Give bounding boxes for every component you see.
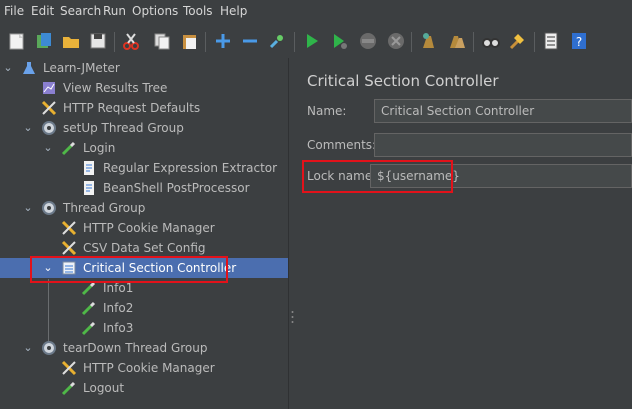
flask-icon: [23, 62, 35, 74]
new-icon[interactable]: [5, 29, 29, 53]
collapse-icon[interactable]: [238, 29, 262, 53]
toolbar: ?: [0, 24, 632, 59]
menu-search[interactable]: Search: [60, 4, 101, 18]
tree-node-label: Info3: [103, 321, 134, 335]
wrench-icon: [61, 220, 77, 236]
chart-icon: [43, 82, 55, 94]
svg-text:?: ?: [576, 35, 582, 49]
pipette-icon: [81, 321, 96, 336]
tree-node-csv-data-set-config[interactable]: CSV Data Set Config: [0, 238, 288, 258]
tree-node-label: CSV Data Set Config: [83, 241, 206, 255]
start-icon[interactable]: [300, 29, 324, 53]
toolbar-separator: [205, 32, 206, 52]
tree-node-http-request-defaults[interactable]: HTTP Request Defaults: [0, 98, 288, 118]
highlight-box: [302, 160, 453, 193]
tree-node-label: HTTP Cookie Manager: [83, 361, 215, 375]
tree-node-teardown-thread-group[interactable]: ⌄ tearDown Thread Group: [0, 338, 288, 358]
gear-icon: [42, 341, 56, 355]
chevron-down-icon[interactable]: ⌄: [21, 341, 35, 355]
tree-node-label: View Results Tree: [63, 81, 168, 95]
gear-icon: [42, 121, 56, 135]
expand-icon[interactable]: [211, 29, 235, 53]
tree-node-view-results-tree[interactable]: View Results Tree: [0, 78, 288, 98]
comments-label: Comments:: [307, 138, 377, 152]
element-editor: Critical Section Controller Name: Critic…: [297, 58, 632, 409]
tree-node-login[interactable]: ⌄ Login: [0, 138, 288, 158]
gear-icon: [42, 201, 56, 215]
tree-node-http-cookie-manager-2[interactable]: HTTP Cookie Manager: [0, 358, 288, 378]
chevron-down-icon[interactable]: ⌄: [21, 201, 35, 215]
tree-node-label: Regular Expression Extractor: [103, 161, 278, 175]
tree-node-setup-thread-group[interactable]: ⌄ setUp Thread Group: [0, 118, 288, 138]
toolbar-separator: [294, 32, 295, 52]
comments-field[interactable]: [374, 133, 632, 157]
cut-icon[interactable]: [119, 29, 143, 53]
name-label: Name:: [307, 104, 347, 118]
menu-file[interactable]: File: [4, 4, 24, 18]
toolbar-separator: [411, 32, 412, 52]
panel-title: Critical Section Controller: [307, 72, 499, 90]
start-no-pauses-icon[interactable]: [328, 29, 352, 53]
tree-node-label: Login: [83, 141, 116, 155]
drag-handle-icon: [291, 311, 294, 323]
wrench-icon: [61, 360, 77, 376]
toolbar-separator: [473, 32, 474, 52]
menu-tools[interactable]: Tools: [183, 4, 213, 18]
wrench-icon: [61, 240, 77, 256]
function-helper-icon[interactable]: [539, 29, 563, 53]
pane-splitter[interactable]: [288, 58, 297, 409]
tree-node-label: Info2: [103, 301, 134, 315]
tree-node-label: tearDown Thread Group: [63, 341, 208, 355]
clear-all-icon[interactable]: [445, 29, 469, 53]
menu-options[interactable]: Options: [132, 4, 178, 18]
reset-search-icon[interactable]: [505, 29, 529, 53]
help-icon[interactable]: ?: [567, 29, 591, 53]
open-icon[interactable]: [59, 29, 83, 53]
tree-node-label: BeanShell PostProcessor: [103, 181, 250, 195]
tree-node-label: Thread Group: [63, 201, 146, 215]
chevron-down-icon[interactable]: ⌄: [1, 61, 15, 75]
stop-icon[interactable]: [356, 29, 380, 53]
pipette-icon: [81, 301, 96, 316]
clear-icon[interactable]: [416, 29, 440, 53]
wrench-icon: [41, 100, 57, 116]
menu-help[interactable]: Help: [220, 4, 247, 18]
document-icon: [84, 181, 94, 195]
chevron-down-icon[interactable]: ⌄: [41, 141, 55, 155]
copy-icon[interactable]: [150, 29, 174, 53]
tree-node-http-cookie-manager[interactable]: HTTP Cookie Manager: [0, 218, 288, 238]
tree-node-logout[interactable]: Logout: [0, 378, 288, 398]
pipette-icon: [61, 381, 76, 396]
toolbar-separator: [114, 32, 115, 52]
menu-edit[interactable]: Edit: [31, 4, 54, 18]
tree-node-label: HTTP Cookie Manager: [83, 221, 215, 235]
save-icon[interactable]: [86, 29, 110, 53]
tree-node-label: setUp Thread Group: [63, 121, 184, 135]
chevron-down-icon[interactable]: ⌄: [21, 121, 35, 135]
tree-node-beanshell-postprocessor[interactable]: BeanShell PostProcessor: [0, 178, 288, 198]
toggle-icon[interactable]: [265, 29, 289, 53]
paste-icon[interactable]: [178, 29, 202, 53]
tree-node-label: HTTP Request Defaults: [63, 101, 201, 115]
highlight-box: [30, 256, 228, 283]
search-icon[interactable]: [479, 29, 503, 53]
menu-run[interactable]: Run: [103, 4, 126, 18]
menu-bar: File Edit Search Run Options Tools Help: [0, 0, 632, 24]
toolbar-separator: [534, 32, 535, 52]
tree-node-info2[interactable]: Info2: [0, 298, 288, 318]
tree-node-test-plan[interactable]: ⌄ Learn-JMeter: [0, 58, 288, 78]
test-plan-tree: ⌄ Learn-JMeter View Results Tree HTTP Re…: [0, 58, 288, 409]
tree-node-regex-extractor[interactable]: Regular Expression Extractor: [0, 158, 288, 178]
tree-node-thread-group[interactable]: ⌄ Thread Group: [0, 198, 288, 218]
tree-node-info3[interactable]: Info3: [0, 318, 288, 338]
templates-icon[interactable]: [32, 29, 56, 53]
document-icon: [84, 161, 94, 175]
shutdown-icon[interactable]: [384, 29, 408, 53]
tree-node-label: Logout: [83, 381, 125, 395]
tree-node-label: Learn-JMeter: [43, 61, 120, 75]
name-field[interactable]: Critical Section Controller: [374, 99, 632, 123]
pipette-icon: [61, 141, 76, 156]
